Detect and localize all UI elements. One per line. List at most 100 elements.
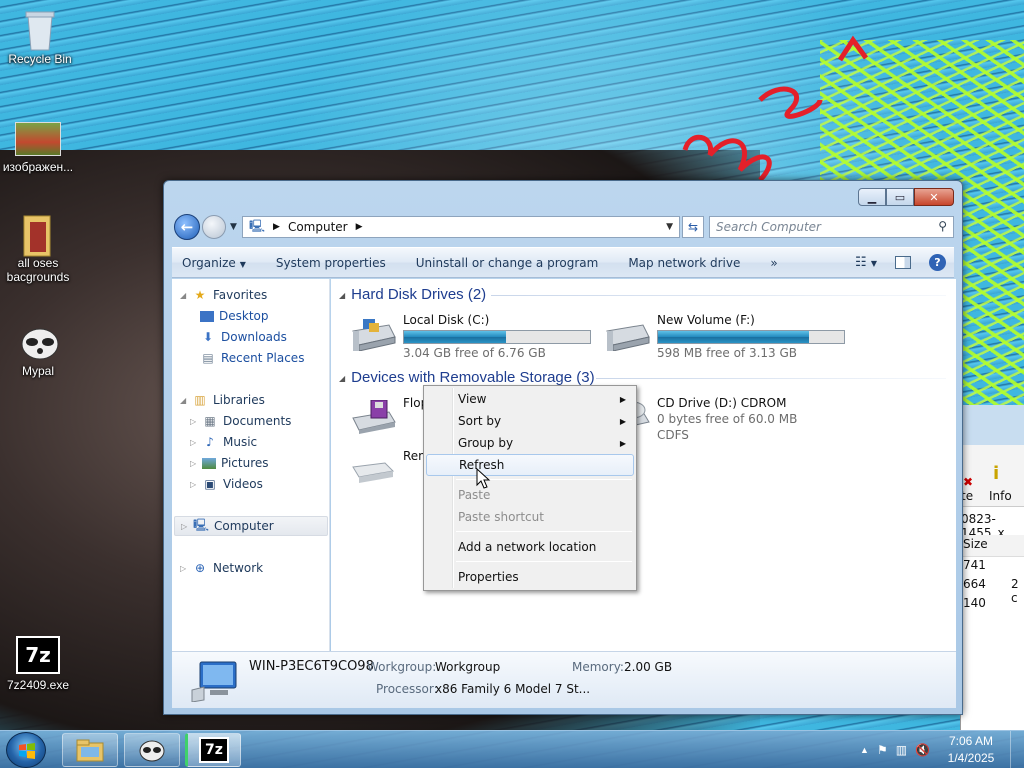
system-properties-button[interactable]: System properties (276, 256, 386, 270)
memory-value: 2.00 GB (624, 660, 673, 674)
network-status-icon[interactable]: ▥ (896, 743, 907, 757)
drive-f[interactable]: New Volume (F:) 598 MB free of 3.13 GB (603, 313, 853, 361)
desktop-icon-folder[interactable]: all oses bacgrounds (0, 212, 78, 284)
wallpaper-red-scribble (682, 35, 869, 182)
computer-large-icon (191, 661, 237, 702)
7z-icon: 7z (16, 636, 60, 674)
tree-videos[interactable]: ▷ ▣ Videos (190, 474, 263, 494)
expand-icon: ▷ (190, 437, 197, 447)
back-button[interactable]: ← (174, 214, 200, 240)
breadcrumb-chevron-icon[interactable]: ▶ (356, 222, 363, 232)
drive-free-space: 3.04 GB free of 6.76 GB (403, 346, 546, 360)
pictures-icon (202, 457, 216, 469)
libraries-icon: ▥ (194, 393, 206, 407)
menu-item-sort-by[interactable]: Sort by ▶ (426, 410, 634, 432)
menu-item-refresh[interactable]: Refresh (426, 454, 634, 476)
menu-item-paste-shortcut[interactable]: Paste shortcut (426, 506, 634, 528)
recent-pages-dropdown[interactable]: ▼ (230, 222, 237, 232)
help-icon[interactable]: ? (929, 254, 946, 271)
menu-separator (456, 561, 632, 562)
music-icon: ♪ (206, 435, 214, 449)
collapse-icon: ◢ (339, 290, 346, 300)
desktop-icon-label: 7z2409.exe (6, 678, 70, 692)
action-center-flag-icon[interactable]: ⚑ (877, 743, 888, 757)
desktop-icon-7z-installer[interactable]: 7z 7z2409.exe (0, 636, 78, 692)
close-button[interactable]: ✕ (914, 188, 954, 206)
search-input[interactable]: Search Computer ⚲ (709, 216, 954, 238)
expand-icon: ◢ (180, 290, 187, 300)
processor-value: x86 Family 6 Model 7 St... (435, 682, 591, 696)
taskbar: 7z ▲ ⚑ ▥ 🔇 7:06 AM 1/4/2025 (0, 730, 1024, 768)
expand-icon: ◢ (180, 395, 187, 405)
menu-item-paste[interactable]: Paste (426, 484, 634, 506)
tree-network[interactable]: ▷ ⊕ Network (180, 558, 263, 578)
back-arrow-icon: ← (180, 218, 194, 236)
show-hidden-icons-icon[interactable]: ▲ (860, 745, 869, 755)
breadcrumb-chevron-icon[interactable]: ▶ (273, 222, 280, 232)
taskbar-mypal-button[interactable] (124, 733, 180, 767)
computer-name: WIN-P3EC6T9CO98 (249, 659, 374, 674)
preview-pane-icon[interactable] (895, 256, 911, 269)
expand-icon: ▷ (181, 521, 188, 531)
7zip-toolbar: ✖ te i Info (961, 445, 1024, 507)
expand-icon: ▷ (190, 416, 197, 426)
address-bar[interactable]: 🖳 ▶ Computer ▶ ▼ (242, 216, 680, 238)
group-header-removable-storage[interactable]: ◢ Devices with Removable Storage (3) (339, 369, 595, 386)
tree-pictures[interactable]: ▷ Pictures (190, 453, 269, 473)
tree-computer[interactable]: ▷ 🖳 Computer (174, 516, 328, 536)
forward-button[interactable] (202, 215, 226, 239)
chevron-down-icon: ▼ (239, 259, 246, 269)
expand-icon: ▷ (180, 563, 187, 573)
organize-menu-button[interactable]: Organize ▼ (182, 256, 246, 270)
size-column-header[interactable]: Size (961, 535, 1024, 557)
start-button[interactable] (6, 732, 46, 768)
minimize-button[interactable]: ▁ (858, 188, 886, 206)
desktop-icon-recycle-bin[interactable]: Recycle Bin (0, 8, 80, 66)
desktop-icon-mypal[interactable]: Mypal (0, 320, 78, 378)
search-icon[interactable]: ⚲ (938, 219, 947, 233)
tree-desktop[interactable]: Desktop (200, 306, 269, 326)
address-dropdown-icon[interactable]: ▼ (666, 222, 673, 232)
navigation-bar: ← ▼ 🖳 ▶ Computer ▶ ▼ ⇆ Search Computer ⚲ (172, 214, 954, 240)
drive-d-cdrom[interactable]: CD Drive (D:) CDROM 0 bytes free of 60.0… (603, 396, 853, 462)
volume-muted-icon[interactable]: 🔇 (915, 743, 930, 757)
background-7zip-window[interactable]: ✖ te i Info 0823-1455_x Size 741 664 2 c… (960, 405, 1024, 730)
mouse-cursor-icon (476, 468, 491, 489)
group-header-hard-disk-drives[interactable]: ◢ Hard Disk Drives (2) (339, 286, 486, 303)
map-network-drive-button[interactable]: Map network drive (628, 256, 740, 270)
star-icon: ★ (194, 288, 206, 302)
clock-time: 7:06 AM (948, 734, 994, 748)
taskbar-7zip-button[interactable]: 7z (185, 733, 241, 767)
folder-icon (76, 739, 104, 762)
menu-item-properties[interactable]: Properties (426, 566, 634, 588)
computer-small-icon: 🖳 (249, 218, 266, 233)
show-desktop-button[interactable] (1010, 731, 1024, 768)
menu-item-view[interactable]: View ▶ (426, 388, 634, 410)
menu-item-add-network-location[interactable]: Add a network location (426, 536, 634, 558)
tree-downloads[interactable]: ⬇ Downloads (200, 327, 287, 347)
breadcrumb-computer[interactable]: Computer (288, 220, 348, 234)
collapse-icon: ◢ (339, 373, 346, 383)
menu-item-group-by[interactable]: Group by ▶ (426, 432, 634, 454)
clock[interactable]: 7:06 AM 1/4/2025 (936, 733, 1006, 767)
tree-libraries[interactable]: ◢ ▥ Libraries (180, 390, 265, 410)
drive-floppy[interactable]: Flop (349, 396, 429, 440)
tree-recent-places[interactable]: ▤ Recent Places (200, 348, 304, 368)
raccoon-icon (18, 320, 59, 360)
taskbar-explorer-button[interactable] (62, 733, 118, 767)
uninstall-program-button[interactable]: Uninstall or change a program (416, 256, 599, 270)
drive-c[interactable]: Local Disk (C:) 3.04 GB free of 6.76 GB (349, 313, 599, 361)
7z-icon: 7z (199, 737, 229, 763)
delete-icon: ✖ (963, 475, 974, 489)
refresh-button[interactable]: ⇆ (682, 216, 704, 238)
maximize-button[interactable]: ▭ (886, 188, 914, 206)
change-view-icon[interactable]: ☷ ▼ (855, 255, 877, 270)
drive-removable[interactable]: Rem (349, 449, 430, 493)
more-commands-button[interactable]: » (770, 256, 777, 270)
tree-music[interactable]: ▷ ♪ Music (190, 432, 257, 452)
info-icon[interactable]: i (993, 463, 999, 484)
tree-favorites[interactable]: ◢ ★ Favorites (180, 285, 267, 305)
documents-icon: ▦ (204, 414, 216, 428)
desktop-icon-image[interactable]: изображен... (0, 122, 78, 174)
tree-documents[interactable]: ▷ ▦ Documents (190, 411, 291, 431)
